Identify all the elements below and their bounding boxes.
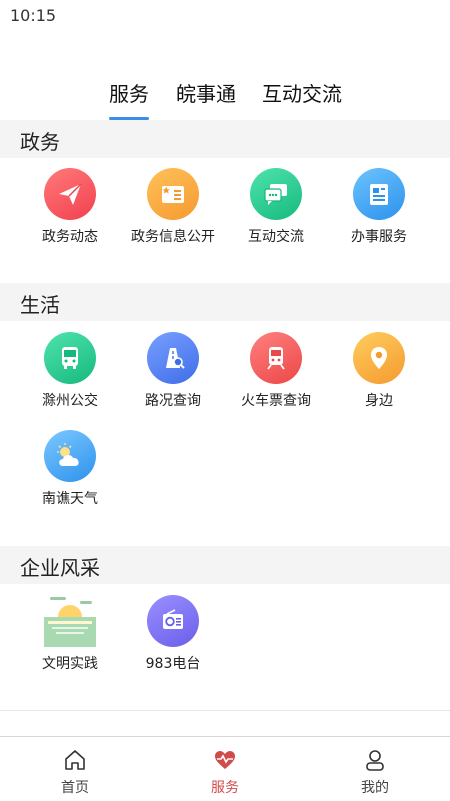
user-icon — [366, 750, 384, 771]
landscape-image-icon — [44, 595, 96, 647]
grid-item-radio-983[interactable]: 983电台 — [121, 595, 225, 675]
grid-label: 滁州公交 — [42, 393, 98, 409]
heart-pulse-icon — [215, 751, 235, 769]
bottom-nav: 首页 服务 我的 — [0, 736, 450, 801]
section-title: 企业风采 — [20, 556, 100, 580]
section-header-enterprise: 企业风采 — [0, 546, 450, 584]
grid-label: 南谯天气 — [42, 491, 98, 507]
grid-item-gov-interaction[interactable]: 互动交流 — [224, 168, 328, 248]
grid-item-nanqiao-weather[interactable]: 南谯天气 — [18, 430, 122, 510]
grid-item-train-ticket[interactable]: 火车票查询 — [224, 332, 328, 412]
paper-plane-icon — [44, 168, 96, 220]
grid-label: 身边 — [365, 393, 393, 409]
weather-cloud-icon — [44, 430, 96, 482]
tab-wanshitong[interactable]: 皖事通 — [176, 78, 236, 107]
road-search-icon — [147, 332, 199, 384]
status-bar: 10:15 — [0, 0, 450, 32]
grid-label: 路况查询 — [145, 393, 201, 409]
top-tab-bar: 服务 皖事通 互动交流 — [0, 70, 450, 120]
bus-icon — [44, 332, 96, 384]
section-header-government: 政务 — [0, 120, 450, 158]
train-icon — [250, 332, 302, 384]
nav-label: 服务 — [211, 780, 239, 796]
nav-label: 首页 — [61, 780, 89, 796]
chat-bubbles-icon — [250, 168, 302, 220]
grid-item-chuzhou-bus[interactable]: 滁州公交 — [18, 332, 122, 412]
nav-services[interactable]: 服务 — [150, 737, 300, 801]
nav-label: 我的 — [361, 780, 389, 796]
status-time: 10:15 — [10, 6, 57, 25]
grid-label: 983电台 — [145, 656, 201, 672]
grid-item-gov-service[interactable]: 办事服务 — [327, 168, 431, 248]
grid-label: 政务动态 — [42, 229, 98, 245]
content-divider — [0, 710, 450, 711]
tab-interaction[interactable]: 互动交流 — [262, 78, 342, 107]
tab-services[interactable]: 服务 — [109, 78, 149, 107]
grid-label: 政务信息公开 — [131, 229, 215, 245]
grid-label: 办事服务 — [351, 229, 407, 245]
nav-profile[interactable]: 我的 — [300, 737, 450, 801]
grid-label: 互动交流 — [248, 229, 304, 245]
section-title: 政务 — [20, 130, 60, 154]
grid-item-gov-info-public[interactable]: 政务信息公开 — [121, 168, 225, 248]
grid-item-nearby[interactable]: 身边 — [327, 332, 431, 412]
grid-item-traffic-query[interactable]: 路况查询 — [121, 332, 225, 412]
home-icon — [65, 750, 85, 770]
nav-home[interactable]: 首页 — [0, 737, 150, 801]
grid-item-gov-news[interactable]: 政务动态 — [18, 168, 122, 248]
news-book-icon — [147, 168, 199, 220]
grid-item-civilization-practice[interactable]: 文明实践 — [18, 595, 122, 675]
grid-label: 火车票查询 — [241, 393, 311, 409]
location-pin-icon — [353, 332, 405, 384]
section-header-life: 生活 — [0, 283, 450, 321]
radio-icon — [147, 595, 199, 647]
section-title: 生活 — [20, 293, 60, 317]
document-icon — [353, 168, 405, 220]
grid-label: 文明实践 — [42, 656, 98, 672]
